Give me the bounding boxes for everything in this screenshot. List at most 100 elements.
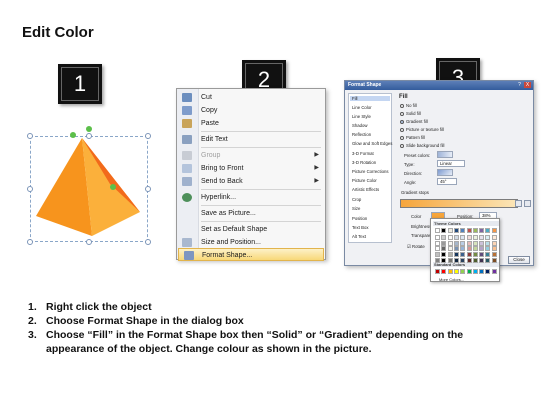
resize-handle-bl[interactable] <box>27 239 33 245</box>
theme-color-swatch[interactable] <box>460 246 466 252</box>
theme-color-swatch[interactable] <box>435 246 440 252</box>
menu-item-edit-text[interactable]: Edit Text <box>177 133 325 146</box>
theme-color-swatch[interactable] <box>435 235 440 241</box>
theme-color-swatch[interactable] <box>435 251 440 257</box>
remove-stop-button[interactable] <box>524 200 531 207</box>
theme-color-swatch[interactable] <box>472 246 478 252</box>
resize-handle-tl[interactable] <box>27 133 33 139</box>
nav-item-picture-color[interactable]: Picture Color <box>352 178 377 183</box>
preset-colors-dropdown[interactable] <box>437 151 453 158</box>
nav-item-glow[interactable]: Glow and Soft Edges <box>352 141 392 146</box>
theme-color-swatch[interactable] <box>491 235 497 241</box>
theme-color-swatch[interactable] <box>479 246 485 252</box>
theme-color-swatch[interactable] <box>466 240 472 246</box>
theme-color-swatch[interactable] <box>479 235 485 241</box>
theme-color-swatch[interactable] <box>479 240 485 246</box>
nav-item-crop[interactable]: Crop <box>352 197 361 202</box>
standard-color-swatch[interactable] <box>441 269 447 274</box>
theme-color-swatch[interactable] <box>460 257 466 263</box>
theme-color-swatch[interactable] <box>479 251 485 257</box>
type-dropdown[interactable]: Linear <box>437 160 465 167</box>
theme-color-swatch[interactable] <box>441 251 447 257</box>
theme-color-swatch[interactable] <box>491 257 497 263</box>
resize-handle-tr[interactable] <box>145 133 151 139</box>
nav-item-reflection[interactable]: Reflection <box>352 132 371 137</box>
theme-color-swatch[interactable] <box>453 235 459 241</box>
theme-color-swatch[interactable] <box>491 251 497 257</box>
pyramid-shape[interactable] <box>30 136 148 242</box>
theme-color-swatch[interactable] <box>479 228 485 233</box>
theme-color-swatch[interactable] <box>466 246 472 252</box>
direction-dropdown[interactable] <box>437 169 453 176</box>
adjust-handle-2[interactable] <box>110 184 116 190</box>
theme-color-swatch[interactable] <box>453 257 459 263</box>
standard-color-swatch[interactable] <box>453 269 459 274</box>
menu-item-bring-to-front[interactable]: Bring to Front ▶ <box>177 162 325 175</box>
more-colors-link[interactable]: More Colors... <box>439 277 464 282</box>
radio-solid-fill[interactable]: Solid fill <box>400 111 421 116</box>
standard-color-swatch[interactable] <box>491 269 497 274</box>
theme-color-swatch[interactable] <box>472 251 478 257</box>
theme-color-swatch[interactable] <box>485 240 491 246</box>
menu-item-paste[interactable]: Paste <box>177 117 325 130</box>
theme-color-swatch[interactable] <box>460 251 466 257</box>
radio-slide-background-fill[interactable]: Slide background fill <box>400 143 444 148</box>
standard-color-swatch[interactable] <box>479 269 485 274</box>
theme-color-swatch[interactable] <box>447 235 453 241</box>
theme-color-swatch[interactable] <box>435 228 440 233</box>
theme-color-swatch[interactable] <box>472 235 478 241</box>
theme-color-swatch[interactable] <box>466 228 472 233</box>
close-x-button[interactable]: X <box>524 82 531 88</box>
nav-item-picture-corrections[interactable]: Picture Corrections <box>352 169 389 174</box>
theme-color-swatch[interactable] <box>453 246 459 252</box>
dialog-close-button[interactable]: Close <box>508 256 530 264</box>
standard-color-swatch[interactable] <box>466 269 472 274</box>
resize-handle-right[interactable] <box>145 186 151 192</box>
standard-color-swatch[interactable] <box>485 269 491 274</box>
theme-color-swatch[interactable] <box>447 251 453 257</box>
standard-color-swatch[interactable] <box>435 269 440 274</box>
theme-color-swatch[interactable] <box>460 228 466 233</box>
standard-color-swatch[interactable] <box>472 269 478 274</box>
theme-color-swatch[interactable] <box>485 246 491 252</box>
pyramid-shape-area[interactable] <box>27 126 151 245</box>
menu-item-send-to-back[interactable]: Send to Back ▶ <box>177 175 325 188</box>
theme-color-swatch[interactable] <box>491 246 497 252</box>
theme-color-swatch[interactable] <box>441 257 447 263</box>
resize-handle-left[interactable] <box>27 186 33 192</box>
menu-item-hyperlink[interactable]: Hyperlink... <box>177 191 325 204</box>
standard-color-swatch[interactable] <box>447 269 453 274</box>
theme-color-swatch[interactable] <box>447 257 453 263</box>
theme-color-swatch[interactable] <box>460 240 466 246</box>
menu-item-save-as-picture[interactable]: Save as Picture... <box>177 207 325 220</box>
theme-color-swatch[interactable] <box>491 240 497 246</box>
theme-color-swatch[interactable] <box>466 235 472 241</box>
nav-item-size[interactable]: Size <box>352 206 360 211</box>
standard-color-swatch[interactable] <box>460 269 466 274</box>
theme-color-swatch[interactable] <box>441 235 447 241</box>
help-button[interactable]: ? <box>516 82 523 88</box>
theme-color-swatch[interactable] <box>447 240 453 246</box>
nav-item-line-color[interactable]: Line Color <box>352 105 372 110</box>
theme-color-swatch[interactable] <box>485 257 491 263</box>
theme-color-swatch[interactable] <box>466 251 472 257</box>
nav-item-3d-rotation[interactable]: 3-D Rotation <box>352 160 376 165</box>
theme-color-swatch[interactable] <box>472 257 478 263</box>
theme-color-swatch[interactable] <box>453 251 459 257</box>
radio-no-fill[interactable]: No fill <box>400 103 417 108</box>
resize-handle-br[interactable] <box>145 239 151 245</box>
menu-item-set-default-shape[interactable]: Set as Default Shape <box>177 223 325 236</box>
rotate-checkbox[interactable]: ☑ Rotate <box>407 244 425 250</box>
theme-color-swatch[interactable] <box>441 240 447 246</box>
theme-color-swatch[interactable] <box>472 228 478 233</box>
theme-color-swatch[interactable] <box>441 246 447 252</box>
nav-item-position[interactable]: Position <box>352 216 367 221</box>
angle-spinner[interactable]: 45° <box>437 178 457 185</box>
nav-item-artistic-effects[interactable]: Artistic Effects <box>352 187 379 192</box>
nav-item-fill[interactable]: Fill <box>350 96 390 101</box>
radio-pattern-fill[interactable]: Pattern fill <box>400 135 425 140</box>
theme-color-swatch[interactable] <box>453 240 459 246</box>
theme-color-swatch[interactable] <box>466 257 472 263</box>
adjust-handle-1[interactable] <box>70 132 76 138</box>
nav-item-shadow[interactable]: Shadow <box>352 123 368 128</box>
